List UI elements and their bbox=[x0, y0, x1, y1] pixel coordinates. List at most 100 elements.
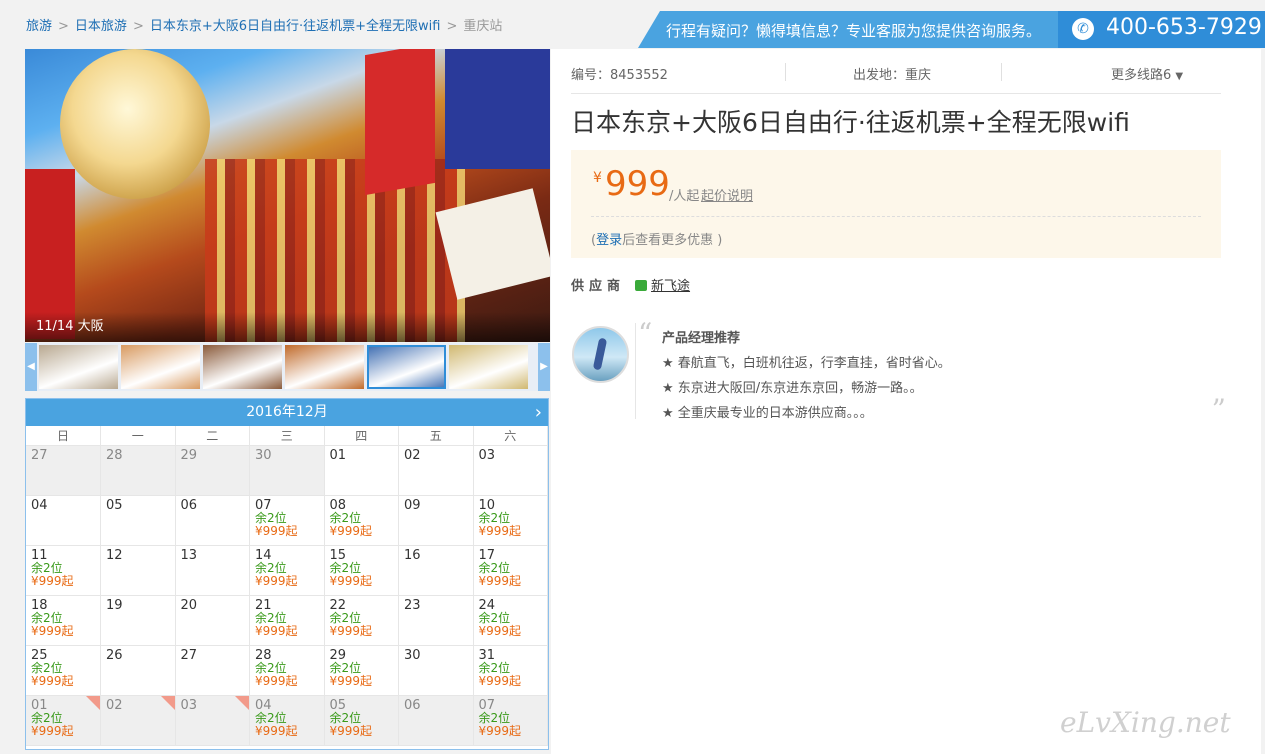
next-month-chevron-icon[interactable]: › bbox=[535, 399, 542, 426]
caret-down-icon: ▼ bbox=[1175, 71, 1184, 82]
calendar-day[interactable]: 04 余2位 ¥999起 bbox=[249, 695, 325, 746]
calendar-header: 2016年12月 › bbox=[26, 399, 548, 426]
calendar-day: 04 bbox=[26, 495, 101, 546]
hotline[interactable]: ✆ 400-653-7929 bbox=[1058, 11, 1265, 48]
day-price: ¥999起 bbox=[329, 674, 373, 688]
supplier-row: 供应商 新飞途 bbox=[571, 275, 690, 294]
calendar-day[interactable]: 29 余2位 ¥999起 bbox=[324, 645, 399, 696]
day-number: 09 bbox=[404, 498, 421, 513]
price-explain-link[interactable]: 起价说明 bbox=[701, 185, 753, 204]
calendar-day: 03 bbox=[175, 695, 250, 746]
calendar-day[interactable]: 17 余2位 ¥999起 bbox=[473, 545, 548, 596]
calendar-day[interactable]: 14 余2位 ¥999起 bbox=[249, 545, 325, 596]
shop-icon bbox=[635, 280, 648, 291]
top-bar: 旅游 > 日本旅游 > 日本东京+大阪6日自由行·往返机票+全程无限wifi > 重庆站 行… bbox=[0, 0, 1265, 48]
recommend-item: ★ 东京进大阪回/东京进东京回，畅游一路。。 bbox=[662, 381, 923, 396]
breadcrumb-separator: > bbox=[132, 19, 144, 34]
phone-icon: ✆ bbox=[1072, 18, 1094, 40]
calendar-day[interactable]: 18 余2位 ¥999起 bbox=[26, 595, 101, 646]
calendar-day[interactable]: 07 余2位 ¥999起 bbox=[473, 695, 548, 746]
weekday-header: 四 bbox=[324, 426, 399, 446]
weekday-header: 日 bbox=[26, 426, 101, 446]
calendar-day[interactable]: 11 余2位 ¥999起 bbox=[26, 545, 101, 596]
day-number: 27 bbox=[180, 648, 198, 663]
weekday-header: 五 bbox=[398, 426, 474, 446]
thumb-6[interactable] bbox=[449, 345, 528, 389]
thumbnail-strip: ◀ ▶ bbox=[25, 343, 550, 391]
product-meta: 编号：8453552 出发地：重庆 更多线路6 ▼ bbox=[571, 63, 1221, 94]
corner-tag-icon bbox=[160, 696, 175, 710]
calendar-day: 05 bbox=[100, 495, 176, 546]
login-link[interactable]: 登录 bbox=[596, 233, 622, 248]
breadcrumb-separator: > bbox=[58, 19, 69, 34]
divider bbox=[1001, 63, 1002, 81]
day-number: 27 bbox=[31, 448, 48, 463]
login-suffix: 后查看更多优惠 ) bbox=[622, 233, 723, 248]
calendar-day: 01 bbox=[324, 445, 399, 496]
price-box: ¥ 999 /人起 起价说明 (登录后查看更多优惠 ) bbox=[571, 150, 1221, 258]
consult-banner: 行程有疑问？懒得填信息？专业客服为您提供咨询服务。 ✆ 400-653-7929 bbox=[638, 11, 1265, 48]
divider bbox=[785, 63, 786, 81]
calendar-day[interactable]: 31 余2位 ¥999起 bbox=[473, 645, 548, 696]
corner-tag-icon bbox=[235, 696, 249, 710]
calendar-grid: 日一二三四五六 27 28 29 30 01 02 03 04 05 06 07 余2位 ¥999起 08… bbox=[26, 426, 548, 746]
calendar-day[interactable]: 15 余2位 ¥999起 bbox=[324, 545, 399, 596]
supplier-link[interactable]: 新飞途 bbox=[651, 279, 690, 294]
calendar-day: 03 bbox=[473, 445, 548, 496]
day-number: 30 bbox=[255, 448, 272, 463]
calendar-day: 13 bbox=[175, 545, 250, 596]
calendar-day[interactable]: 08 余2位 ¥999起 bbox=[324, 495, 399, 546]
divider bbox=[591, 216, 1201, 217]
calendar-day[interactable]: 21 余2位 ¥999起 bbox=[249, 595, 325, 646]
calendar-day[interactable]: 25 余2位 ¥999起 bbox=[26, 645, 101, 696]
breadcrumb-travel[interactable]: 旅游 bbox=[26, 19, 52, 34]
day-price: ¥999起 bbox=[478, 674, 522, 688]
day-number: 30 bbox=[404, 648, 421, 663]
manager-recommendation: “ 产品经理推荐 ★ 春航直飞，白班机往返，行李直挂，省时省心。 ★ 东京进大阪… bbox=[635, 317, 1226, 426]
calendar-day[interactable]: 10 余2位 ¥999起 bbox=[473, 495, 548, 546]
breadcrumb-current-station: 重庆站 bbox=[463, 19, 503, 34]
day-price: ¥999起 bbox=[478, 524, 522, 538]
breadcrumb-japan-travel[interactable]: 日本旅游 bbox=[75, 19, 127, 34]
calendar-day: 23 bbox=[398, 595, 474, 646]
thumb-next-arrow-icon[interactable]: ▶ bbox=[538, 343, 550, 391]
weekday-header: 二 bbox=[175, 426, 250, 446]
calendar-day[interactable]: 28 余2位 ¥999起 bbox=[249, 645, 325, 696]
thumb-2[interactable] bbox=[121, 345, 200, 389]
day-number: 06 bbox=[404, 698, 421, 713]
thumb-prev-arrow-icon[interactable]: ◀ bbox=[25, 343, 37, 391]
thumb-3[interactable] bbox=[203, 345, 282, 389]
product-panel: 编号：8453552 出发地：重庆 更多线路6 ▼ 日本东京+大阪6日自由行·往… bbox=[551, 49, 1261, 754]
thumb-5[interactable] bbox=[367, 345, 446, 389]
thumb-4[interactable] bbox=[285, 345, 364, 389]
calendar-day[interactable]: 05 余2位 ¥999起 bbox=[324, 695, 399, 746]
breadcrumb-product[interactable]: 日本东京+大阪6日自由行·往返机票+全程无限wifi bbox=[150, 19, 441, 34]
calendar-month: 2016年12月 bbox=[246, 404, 328, 420]
hotline-number: 400-653-7929 bbox=[1106, 15, 1262, 40]
day-price: ¥999起 bbox=[329, 574, 373, 588]
more-routes-dropdown[interactable]: 更多线路6 ▼ bbox=[1111, 64, 1183, 83]
day-price: ¥999起 bbox=[478, 574, 522, 588]
day-number: 05 bbox=[106, 498, 123, 513]
day-number: 01 bbox=[329, 448, 347, 463]
calendar-day: 19 bbox=[100, 595, 176, 646]
recommend-heading: 产品经理推荐 bbox=[662, 331, 741, 346]
lantern-image bbox=[60, 49, 210, 199]
calendar-day[interactable]: 01 余2位 ¥999起 bbox=[26, 695, 101, 746]
main-photo[interactable]: 11/14 大阪 bbox=[25, 49, 550, 342]
calendar-day[interactable]: 24 余2位 ¥999起 bbox=[473, 595, 548, 646]
calendar-day: 29 bbox=[175, 445, 250, 496]
calendar-day: 02 bbox=[398, 445, 474, 496]
day-price: ¥999起 bbox=[329, 524, 373, 538]
day-number: 16 bbox=[404, 548, 421, 563]
thumb-1[interactable] bbox=[39, 345, 118, 389]
calendar-day: 27 bbox=[26, 445, 101, 496]
day-number: 06 bbox=[180, 498, 198, 513]
day-price: ¥999起 bbox=[255, 724, 298, 738]
login-hint: (登录后查看更多优惠 ) bbox=[591, 229, 722, 248]
day-number: 04 bbox=[31, 498, 48, 513]
weekday-header: 六 bbox=[473, 426, 548, 446]
breadcrumb: 旅游 > 日本旅游 > 日本东京+大阪6日自由行·往返机票+全程无限wifi > 重庆站 bbox=[26, 15, 502, 34]
calendar-day[interactable]: 22 余2位 ¥999起 bbox=[324, 595, 399, 646]
calendar-day[interactable]: 07 余2位 ¥999起 bbox=[249, 495, 325, 546]
